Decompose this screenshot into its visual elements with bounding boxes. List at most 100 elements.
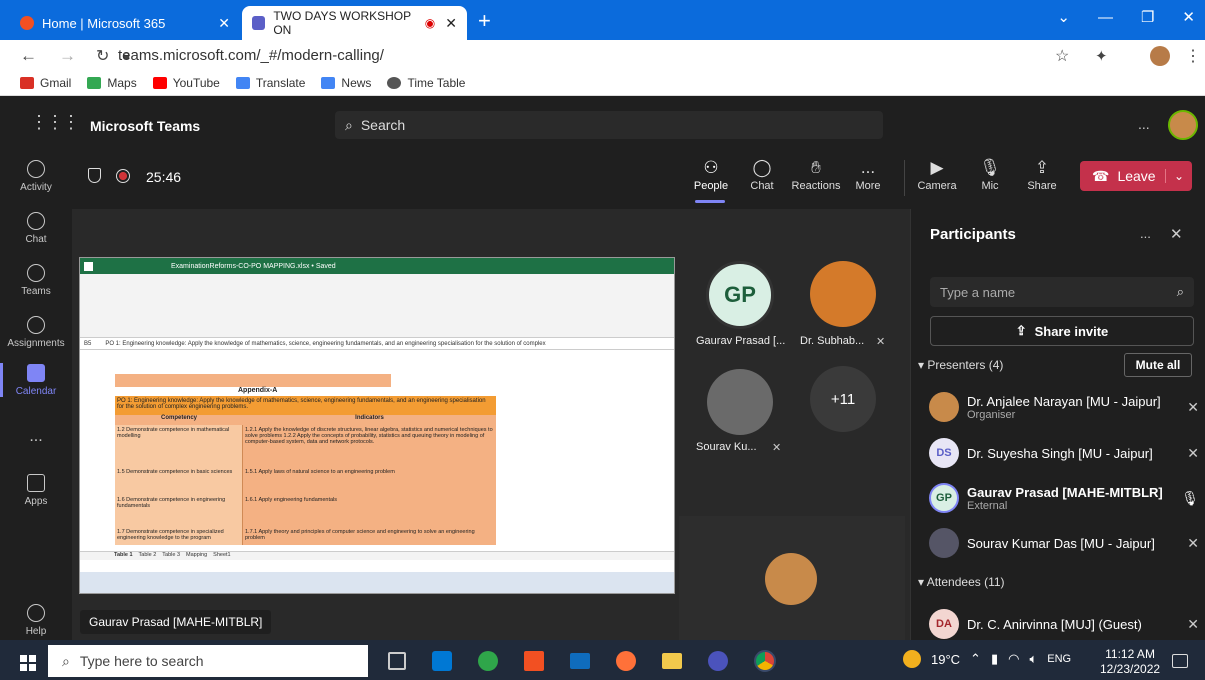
sheet-tab[interactable]: Table 2 bbox=[139, 552, 157, 560]
bookmark-translate[interactable]: Translate bbox=[235, 76, 305, 90]
table-row: 1.2.1 Apply the knowledge of discrete st… bbox=[245, 427, 493, 445]
reactions-button[interactable]: ✋︎ Reactions bbox=[790, 158, 842, 192]
panel-more-icon[interactable]: ... bbox=[1140, 226, 1151, 241]
task-view-icon[interactable] bbox=[388, 652, 406, 670]
weather-text[interactable]: 19°C bbox=[931, 652, 960, 667]
bookmark-news[interactable]: News bbox=[321, 76, 371, 90]
search-icon: ⌕ bbox=[345, 116, 353, 133]
tab-home-m365[interactable]: Home | Microsoft 365 ✕ bbox=[10, 6, 240, 40]
taskbar-search-input[interactable]: ⌕ Type here to search bbox=[48, 645, 368, 677]
meeting-timer: 25:46 bbox=[146, 169, 182, 185]
camera-button[interactable]: ▶︎ Camera bbox=[912, 158, 962, 192]
overflow-count[interactable]: +11 bbox=[810, 366, 876, 432]
participant-row[interactable]: GP Gaurav Prasad [MAHE-MITBLR] External 🎙… bbox=[929, 483, 1199, 513]
close-icon[interactable]: ✕ bbox=[445, 15, 457, 32]
people-button[interactable]: ⚇ People bbox=[686, 158, 736, 192]
rail-help[interactable]: Help bbox=[0, 604, 72, 637]
speaker-icon[interactable]: 🔈︎ bbox=[1029, 651, 1037, 667]
clock[interactable]: 11:12 AM 12/23/2022 bbox=[1100, 647, 1160, 677]
sheet-tab[interactable]: Sheet1 bbox=[213, 552, 230, 560]
bookmark-gmail[interactable]: Gmail bbox=[20, 76, 71, 90]
participant-row[interactable]: Dr. Anjalee Narayan [MU - Jaipur] Organis… bbox=[929, 392, 1199, 422]
edge-icon[interactable] bbox=[478, 651, 498, 671]
search-input[interactable]: ⌕ Search bbox=[335, 111, 883, 139]
people-icon: ⚇ bbox=[703, 158, 719, 177]
rail-assignments[interactable]: Assignments bbox=[0, 316, 72, 349]
chevron-down-icon[interactable]: ⌄ bbox=[1057, 8, 1070, 26]
shield-icon bbox=[88, 168, 101, 183]
window-controls: ⌄ — ❐ ✕ bbox=[1057, 8, 1195, 27]
participant-row[interactable]: DA Dr. C. Anirvinna [MUJ] (Guest) ✕ bbox=[929, 609, 1199, 639]
participant-row[interactable]: DS Dr. Suyesha Singh [MU - Jaipur] ✕ bbox=[929, 438, 1199, 468]
sheet-tab[interactable]: Table 1 bbox=[114, 552, 133, 560]
attendees-section[interactable]: ▾ Attendees (11) bbox=[918, 575, 1005, 589]
rail-teams[interactable]: Teams bbox=[0, 264, 72, 297]
maps-icon bbox=[87, 77, 102, 89]
presenters-section[interactable]: ▾ Presenters (4) bbox=[918, 358, 1003, 372]
tab-workshop[interactable]: TWO DAYS WORKSHOP ON ◉ ✕ bbox=[242, 6, 467, 40]
url-text[interactable]: teams.microsoft.com/_#/modern-calling/ bbox=[118, 47, 384, 64]
avatar: DA bbox=[929, 609, 959, 639]
file-explorer-icon[interactable] bbox=[662, 653, 682, 669]
youtube-icon bbox=[152, 77, 167, 89]
rail-apps[interactable]: Apps bbox=[0, 474, 72, 507]
app-launcher-icon[interactable]: ⋮⋮⋮ bbox=[30, 112, 80, 133]
participant-search-input[interactable]: Type a name ⌕ bbox=[930, 277, 1194, 307]
firefox-icon[interactable] bbox=[616, 651, 636, 671]
rail-calendar[interactable]: Calendar bbox=[0, 364, 72, 397]
more-options-icon[interactable]: ... bbox=[1138, 116, 1150, 132]
leave-button[interactable]: ☎︎ Leave ⌄ bbox=[1080, 161, 1192, 191]
mic-button[interactable]: 🎙︎ Mic bbox=[965, 158, 1015, 192]
menu-icon[interactable]: ⋮ bbox=[1185, 46, 1201, 66]
rail-activity[interactable]: Activity bbox=[0, 160, 72, 193]
bookmark-star-icon[interactable]: ☆ bbox=[1055, 46, 1069, 66]
chevron-down-icon[interactable]: ⌄ bbox=[1164, 169, 1192, 183]
gmail-icon bbox=[20, 77, 34, 89]
share-icon: ⇪ bbox=[1015, 323, 1027, 338]
notification-icon[interactable] bbox=[1172, 654, 1188, 668]
more-button[interactable]: ... More bbox=[843, 158, 893, 192]
rail-more[interactable]: ... bbox=[0, 428, 72, 446]
back-icon[interactable]: ← bbox=[20, 46, 37, 66]
new-tab-button[interactable]: + bbox=[478, 8, 491, 34]
app-icon[interactable] bbox=[708, 651, 728, 671]
close-icon[interactable]: ✕ bbox=[218, 15, 230, 32]
participant-row[interactable]: Sourav Kumar Das [MU - Jaipur] ✕ bbox=[929, 528, 1199, 558]
forward-icon[interactable]: → bbox=[59, 46, 76, 66]
mail-icon[interactable] bbox=[570, 653, 590, 669]
close-icon[interactable]: ✕ bbox=[1170, 225, 1183, 243]
chevron-up-icon[interactable]: ⌃ bbox=[970, 651, 981, 667]
table-row: 1.7 Demonstrate competence in specialize… bbox=[117, 529, 224, 541]
language-indicator[interactable]: ENG bbox=[1047, 653, 1071, 665]
avatar bbox=[929, 528, 959, 558]
weather-icon bbox=[903, 650, 921, 668]
chat-button[interactable]: ◯ Chat bbox=[737, 158, 787, 192]
share-invite-button[interactable]: ⇪ Share invite bbox=[930, 316, 1194, 346]
po-heading: PO 1: Engineering knowledge: Apply the k… bbox=[115, 396, 496, 415]
store-icon[interactable] bbox=[524, 651, 544, 671]
share-button[interactable]: ⇪ Share bbox=[1017, 158, 1067, 192]
chrome-icon[interactable] bbox=[754, 650, 776, 672]
chat-icon: ◯ bbox=[752, 158, 772, 177]
extensions-icon[interactable]: ✦ bbox=[1095, 47, 1108, 65]
close-icon[interactable]: ✕ bbox=[1182, 8, 1195, 26]
mute-all-button[interactable]: Mute all bbox=[1124, 353, 1192, 377]
reload-icon[interactable]: ↻ bbox=[96, 46, 109, 66]
excel-titlebar: ExaminationReforms-CO-PO MAPPING.xlsx • … bbox=[80, 258, 674, 274]
profile-avatar[interactable] bbox=[1150, 45, 1170, 66]
bookmark-timetable[interactable]: Time Table bbox=[387, 76, 465, 90]
chat-icon bbox=[27, 212, 45, 230]
outlook-icon[interactable] bbox=[432, 651, 452, 671]
table-row: 1.2 Demonstrate competence in mathematic… bbox=[117, 427, 230, 439]
windows-start-icon[interactable] bbox=[20, 655, 36, 671]
bookmark-maps[interactable]: Maps bbox=[87, 76, 137, 90]
bookmark-youtube[interactable]: YouTube bbox=[152, 76, 220, 90]
user-avatar[interactable] bbox=[1168, 110, 1198, 140]
restore-icon[interactable]: ❐ bbox=[1141, 8, 1154, 26]
rail-chat[interactable]: Chat bbox=[0, 212, 72, 245]
sheet-tab[interactable]: Table 3 bbox=[162, 552, 180, 560]
self-avatar bbox=[765, 553, 817, 605]
minimize-icon[interactable]: — bbox=[1098, 9, 1113, 26]
recording-icon bbox=[116, 169, 130, 183]
sheet-tab[interactable]: Mapping bbox=[186, 552, 207, 560]
